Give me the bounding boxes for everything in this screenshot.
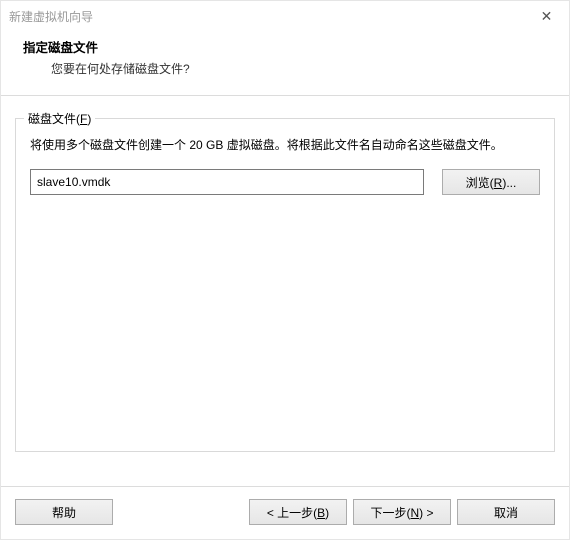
back-key: B [317,506,325,520]
footer-divider [1,486,569,487]
wizard-header: 指定磁盘文件 您要在何处存储磁盘文件? [1,31,569,95]
filename-row: 浏览(R)... [30,169,540,195]
help-button[interactable]: 帮助 [15,499,113,525]
disk-file-fieldset: 磁盘文件(F) 将使用多个磁盘文件创建一个 20 GB 虚拟磁盘。将根据此文件名… [15,118,555,452]
next-button[interactable]: 下一步(N) > [353,499,451,525]
legend-pre: 磁盘文件( [28,112,80,126]
window-title: 新建虚拟机向导 [9,8,524,25]
page-title: 指定磁盘文件 [23,37,547,56]
page-subtitle: 您要在何处存储磁盘文件? [23,60,547,77]
fieldset-description: 将使用多个磁盘文件创建一个 20 GB 虚拟磁盘。将根据此文件名自动命名这些磁盘… [30,135,540,155]
close-icon[interactable]: ✕ [524,1,569,31]
browse-pre: 浏览( [466,176,494,190]
wizard-window: 新建虚拟机向导 ✕ 指定磁盘文件 您要在何处存储磁盘文件? 磁盘文件(F) 将使… [0,0,570,540]
next-pre: 下一步( [370,506,410,520]
back-post: ) [325,506,329,520]
next-post: ) > [419,506,433,520]
next-key: N [410,506,419,520]
back-button[interactable]: < 上一步(B) [249,499,347,525]
back-pre: < 上一步( [267,506,317,520]
footer: 帮助 < 上一步(B) 下一步(N) > 取消 [1,499,569,539]
browse-post: )... [502,176,516,190]
footer-area: 帮助 < 上一步(B) 下一步(N) > 取消 [1,486,569,539]
fieldset-legend: 磁盘文件(F) [24,110,95,127]
titlebar: 新建虚拟机向导 ✕ [1,1,569,31]
wizard-body: 磁盘文件(F) 将使用多个磁盘文件创建一个 20 GB 虚拟磁盘。将根据此文件名… [1,96,569,486]
cancel-button[interactable]: 取消 [457,499,555,525]
disk-filename-input[interactable] [30,169,424,195]
legend-post: ) [87,112,91,126]
browse-button[interactable]: 浏览(R)... [442,169,540,195]
